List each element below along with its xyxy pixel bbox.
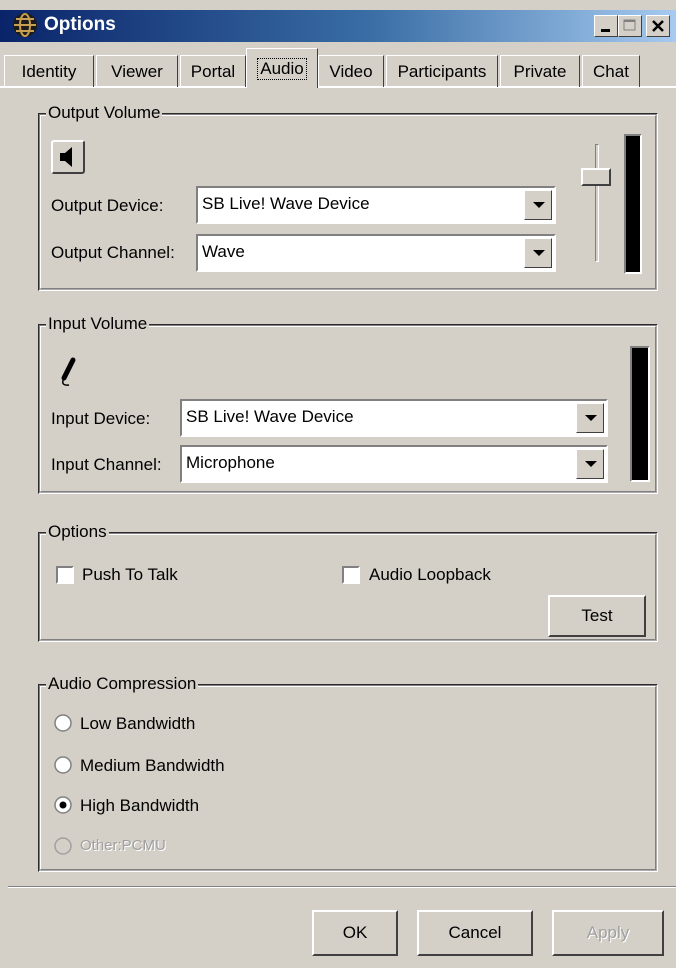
ok-button-label: OK (342, 923, 368, 942)
input-device-label: Input Device: (51, 409, 151, 428)
medium-bandwidth-label[interactable]: Medium Bandwidth (80, 756, 225, 776)
speaker-mute-button[interactable] (51, 140, 85, 174)
tab-video[interactable]: Video (318, 55, 384, 87)
close-icon (652, 20, 664, 32)
low-bandwidth-label[interactable]: Low Bandwidth (80, 714, 195, 734)
high-bandwidth-label[interactable]: High Bandwidth (80, 796, 199, 816)
input-level-meter (630, 346, 650, 482)
close-button[interactable] (646, 15, 670, 37)
ok-button[interactable]: OK (312, 910, 398, 956)
tab-chat[interactable]: Chat (582, 55, 640, 87)
app-globe-icon (12, 12, 38, 38)
output-level-meter (624, 134, 642, 274)
maximize-icon (623, 19, 636, 31)
tab-audio[interactable]: Audio (246, 48, 318, 88)
tab-label: Video (329, 61, 373, 81)
audio-loopback-label[interactable]: Audio Loopback (369, 565, 491, 585)
other-pcmu-label: Other:PCMU (80, 837, 166, 854)
output-channel-select[interactable]: Wave (196, 234, 556, 272)
output-device-value: SB Live! Wave Device (202, 194, 370, 213)
tab-label: Portal (190, 61, 236, 81)
dropdown-arrow-button[interactable] (524, 238, 552, 268)
title-bar[interactable]: Options (0, 10, 676, 42)
chevron-down-icon (533, 202, 545, 208)
tab-label: Chat (593, 61, 629, 81)
output-device-select[interactable]: SB Live! Wave Device (196, 186, 556, 224)
cancel-button-label: Cancel (448, 923, 502, 942)
minimize-icon (601, 29, 610, 32)
footer-separator-highlight (8, 887, 676, 888)
input-device-value: SB Live! Wave Device (186, 407, 354, 426)
tab-label: Private (513, 61, 567, 81)
push-to-talk-checkbox[interactable] (56, 566, 74, 584)
tab-label: Viewer (111, 61, 163, 81)
output-device-label: Output Device: (51, 196, 164, 215)
input-channel-value: Microphone (186, 453, 275, 472)
speaker-icon (60, 147, 72, 167)
medium-bandwidth-radio[interactable] (54, 756, 72, 774)
push-to-talk-label[interactable]: Push To Talk (82, 565, 178, 585)
tab-label: Identity (21, 61, 77, 81)
chevron-down-icon (533, 250, 545, 256)
high-bandwidth-radio[interactable] (54, 796, 72, 814)
microphone-icon (55, 356, 81, 390)
tab-participants[interactable]: Participants (386, 55, 498, 87)
input-device-select[interactable]: SB Live! Wave Device (180, 399, 608, 437)
maximize-button[interactable] (618, 15, 642, 37)
tab-label: Participants (397, 61, 487, 81)
output-volume-slider[interactable] (577, 144, 617, 264)
dropdown-arrow-button[interactable] (576, 449, 604, 479)
input-channel-select[interactable]: Microphone (180, 445, 608, 483)
output-volume-legend: Output Volume (46, 103, 163, 123)
audio-compression-legend: Audio Compression (46, 674, 199, 694)
apply-button-label: Apply (586, 923, 630, 942)
options-window: Options Identity Viewer Portal Audio Vid… (0, 0, 676, 968)
input-volume-legend: Input Volume (46, 314, 150, 334)
apply-button[interactable]: Apply (552, 910, 664, 956)
audio-loopback-checkbox[interactable] (342, 566, 360, 584)
other-pcmu-radio[interactable] (54, 837, 72, 855)
slider-thumb[interactable] (581, 168, 611, 186)
input-channel-label: Input Channel: (51, 455, 162, 474)
low-bandwidth-radio[interactable] (54, 714, 72, 732)
cancel-button[interactable]: Cancel (417, 910, 533, 956)
output-channel-value: Wave (202, 242, 245, 261)
options-legend: Options (46, 522, 109, 542)
output-channel-label: Output Channel: (51, 243, 175, 262)
test-button[interactable]: Test (548, 595, 646, 637)
chevron-down-icon (585, 461, 597, 467)
tab-identity[interactable]: Identity (4, 55, 94, 87)
slider-track (595, 144, 599, 262)
chevron-down-icon (585, 415, 597, 421)
test-button-label: Test (581, 606, 613, 625)
tab-private[interactable]: Private (500, 55, 580, 87)
window-title: Options (44, 14, 116, 35)
tab-portal[interactable]: Portal (180, 55, 246, 87)
tab-label: Audio (257, 57, 307, 80)
tab-viewer[interactable]: Viewer (96, 55, 178, 87)
minimize-button[interactable] (594, 15, 618, 37)
dropdown-arrow-button[interactable] (576, 403, 604, 433)
dropdown-arrow-button[interactable] (524, 190, 552, 220)
